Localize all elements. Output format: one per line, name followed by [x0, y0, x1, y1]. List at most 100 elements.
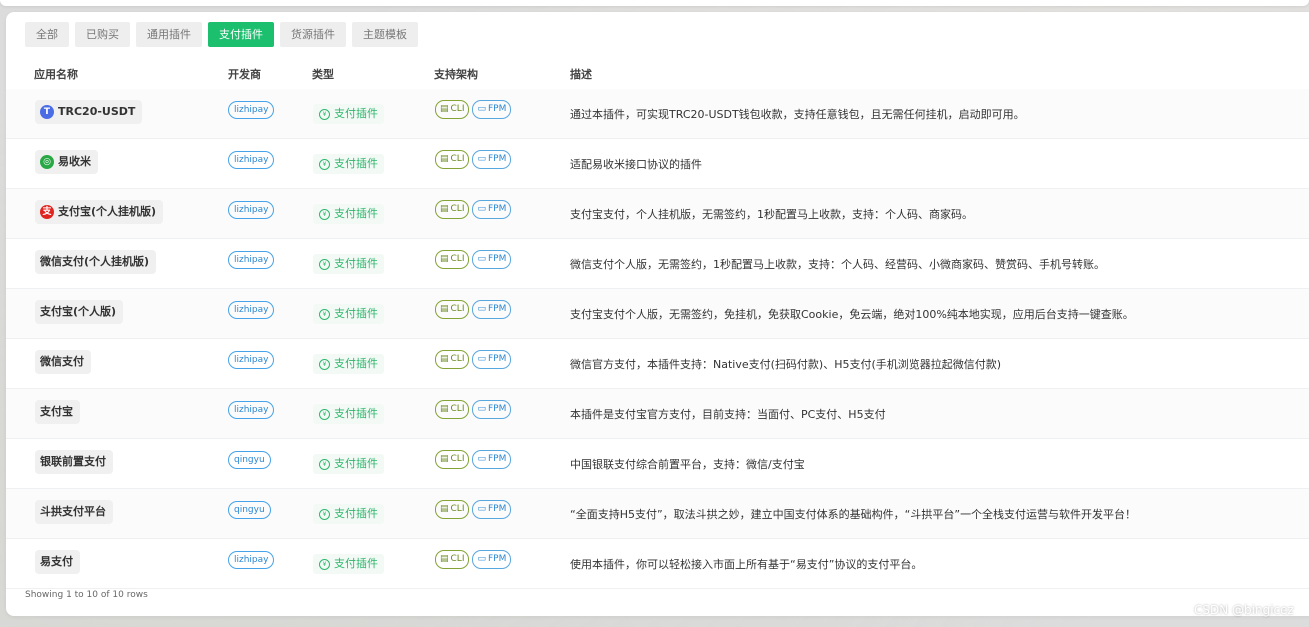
- arch-fpm-label: FPM: [487, 454, 507, 464]
- app-name-label: 斗拱支付平台: [40, 505, 106, 518]
- description: 中国银联支付综合前置平台，支持：微信/支付宝: [570, 458, 805, 471]
- table-row[interactable]: 微信支付 lizhipay ¥ 支付插件 ▤ CLI ▭ FPM 微信官方支付，…: [6, 339, 1309, 389]
- tab-theme-templates[interactable]: 主题模板: [352, 22, 418, 47]
- window-icon: ▭: [477, 454, 486, 464]
- table-row[interactable]: 银联前置支付 qingyu ¥ 支付插件 ▤ CLI ▭ FPM 中国银联支付综…: [6, 439, 1309, 489]
- type-label: 支付插件: [334, 257, 378, 270]
- arch-fpm-badge: ▭ FPM: [472, 200, 512, 219]
- coin-icon: ¥: [319, 258, 330, 270]
- table-row[interactable]: 支付宝(个人版) lizhipay ¥ 支付插件 ▤ CLI ▭ FPM 支付宝…: [6, 289, 1309, 339]
- developer-badge[interactable]: lizhipay: [228, 351, 275, 369]
- coin-icon: ¥: [319, 108, 330, 120]
- app-name-tag[interactable]: 微信支付(个人挂机版): [35, 250, 157, 274]
- arch-fpm-label: FPM: [487, 354, 507, 364]
- arch-tags: ▤ CLI ▭ FPM: [435, 550, 512, 569]
- table-row[interactable]: 易支付 lizhipay ¥ 支付插件 ▤ CLI ▭ FPM 使用本插件，你可…: [6, 539, 1309, 589]
- developer-badge[interactable]: lizhipay: [228, 401, 275, 419]
- developer-badge[interactable]: lizhipay: [228, 301, 275, 319]
- app-name-label: 支付宝(个人挂机版): [58, 205, 157, 218]
- window-icon: ▭: [477, 254, 486, 264]
- table-row[interactable]: T TRC20-USDT lizhipay ¥ 支付插件 ▤ CLI ▭ FPM …: [6, 89, 1309, 139]
- window-icon: ▭: [477, 404, 486, 414]
- window-icon: ▭: [477, 354, 486, 364]
- arch-fpm-label: FPM: [487, 254, 507, 264]
- terminal-icon: ▤: [440, 304, 449, 314]
- table-row[interactable]: 斗拱支付平台 qingyu ¥ 支付插件 ▤ CLI ▭ FPM “全面支持H5…: [6, 489, 1309, 539]
- arch-cli-badge: ▤ CLI: [435, 500, 470, 519]
- description: “全面支持H5支付”，取法斗拱之妙，建立中国支付体系的基础构件，“斗拱平台”一个…: [570, 508, 1137, 521]
- arch-cli-label: CLI: [450, 304, 465, 314]
- app-name-tag[interactable]: ◎ 易收米: [35, 150, 98, 174]
- terminal-icon: ▤: [440, 104, 449, 114]
- type-badge: ¥ 支付插件: [313, 154, 384, 174]
- type-label: 支付插件: [334, 357, 378, 370]
- pagination-info: Showing 1 to 10 of 10 rows: [25, 590, 148, 600]
- tab-supply-plugins[interactable]: 货源插件: [280, 22, 346, 47]
- developer-badge[interactable]: lizhipay: [228, 251, 275, 269]
- type-badge: ¥ 支付插件: [313, 254, 384, 274]
- app-name-label: 支付宝(个人版): [40, 305, 117, 318]
- arch-fpm-label: FPM: [487, 504, 507, 514]
- tab-general-plugins[interactable]: 通用插件: [136, 22, 202, 47]
- app-name-tag[interactable]: 斗拱支付平台: [35, 500, 113, 524]
- description: 微信官方支付，本插件支持：Native支付(扫码付款)、H5支付(手机浏览器拉起…: [570, 358, 1002, 371]
- tether-icon: T: [40, 105, 54, 119]
- type-badge: ¥ 支付插件: [313, 204, 384, 224]
- arch-fpm-badge: ▭ FPM: [472, 250, 512, 269]
- description: 微信支付个人版，无需签约，1秒配置马上收款，支持：个人码、经营码、小微商家码、赞…: [570, 258, 1105, 271]
- app-name-tag[interactable]: 银联前置支付: [35, 450, 113, 474]
- app-name-label: TRC20-USDT: [58, 105, 136, 118]
- arch-tags: ▤ CLI ▭ FPM: [435, 400, 512, 419]
- arch-fpm-badge: ▭ FPM: [472, 500, 512, 519]
- arch-cli-label: CLI: [450, 404, 465, 414]
- tab-payment-plugins[interactable]: 支付插件: [208, 22, 274, 47]
- arch-cli-label: CLI: [450, 454, 465, 464]
- developer-badge[interactable]: lizhipay: [228, 551, 275, 569]
- arch-fpm-badge: ▭ FPM: [472, 400, 512, 419]
- arch-tags: ▤ CLI ▭ FPM: [435, 100, 512, 119]
- arch-cli-label: CLI: [450, 254, 465, 264]
- window-icon: ▭: [477, 104, 486, 114]
- arch-tags: ▤ CLI ▭ FPM: [435, 300, 512, 319]
- arch-fpm-badge: ▭ FPM: [472, 450, 512, 469]
- app-name-tag[interactable]: 支付宝(个人版): [35, 300, 124, 324]
- coin-icon: ¥: [319, 158, 330, 170]
- terminal-icon: ▤: [440, 404, 449, 414]
- tab-purchased[interactable]: 已购买: [75, 22, 130, 47]
- arch-cli-label: CLI: [450, 104, 465, 114]
- tab-all[interactable]: 全部: [25, 22, 69, 47]
- developer-badge[interactable]: qingyu: [228, 451, 271, 469]
- table-row[interactable]: 支支付宝(个人挂机版) lizhipay ¥ 支付插件 ▤ CLI ▭ FPM …: [6, 189, 1309, 239]
- terminal-icon: ▤: [440, 204, 449, 214]
- terminal-icon: ▤: [440, 554, 449, 564]
- developer-badge[interactable]: lizhipay: [228, 151, 275, 169]
- description: 通过本插件，可实现TRC20-USDT钱包收款，支持任意钱包，且无需任何挂机，启…: [570, 108, 1025, 121]
- arch-cli-badge: ▤ CLI: [435, 200, 470, 219]
- type-label: 支付插件: [334, 507, 378, 520]
- developer-badge[interactable]: lizhipay: [228, 101, 275, 119]
- developer-badge[interactable]: qingyu: [228, 501, 271, 519]
- arch-cli-badge: ▤ CLI: [435, 300, 470, 319]
- arch-cli-badge: ▤ CLI: [435, 350, 470, 369]
- table-row[interactable]: 支付宝 lizhipay ¥ 支付插件 ▤ CLI ▭ FPM 本插件是支付宝官…: [6, 389, 1309, 439]
- arch-fpm-label: FPM: [487, 404, 507, 414]
- table-row[interactable]: ◎ 易收米 lizhipay ¥ 支付插件 ▤ CLI ▭ FPM 适配易收米接口…: [6, 139, 1309, 189]
- arch-cli-badge: ▤ CLI: [435, 100, 470, 119]
- app-name-tag[interactable]: T TRC20-USDT: [35, 100, 143, 124]
- description: 适配易收米接口协议的插件: [570, 158, 702, 171]
- arch-fpm-label: FPM: [487, 204, 507, 214]
- app-name-tag[interactable]: 易支付: [35, 550, 80, 574]
- coin-icon: ¥: [319, 358, 330, 370]
- developer-badge[interactable]: lizhipay: [228, 201, 275, 219]
- window-icon: ▭: [477, 204, 486, 214]
- app-name-tag[interactable]: 支付宝: [35, 400, 80, 424]
- coin-icon: ¥: [319, 208, 330, 220]
- table-row[interactable]: 微信支付(个人挂机版) lizhipay ¥ 支付插件 ▤ CLI ▭ FPM …: [6, 239, 1309, 289]
- app-name-label: 易收米: [58, 155, 91, 168]
- type-label: 支付插件: [334, 557, 378, 570]
- type-label: 支付插件: [334, 157, 378, 170]
- arch-tags: ▤ CLI ▭ FPM: [435, 150, 512, 169]
- app-name-tag[interactable]: 支支付宝(个人挂机版): [35, 200, 164, 224]
- app-name-tag[interactable]: 微信支付: [35, 350, 91, 374]
- arch-cli-label: CLI: [450, 554, 465, 564]
